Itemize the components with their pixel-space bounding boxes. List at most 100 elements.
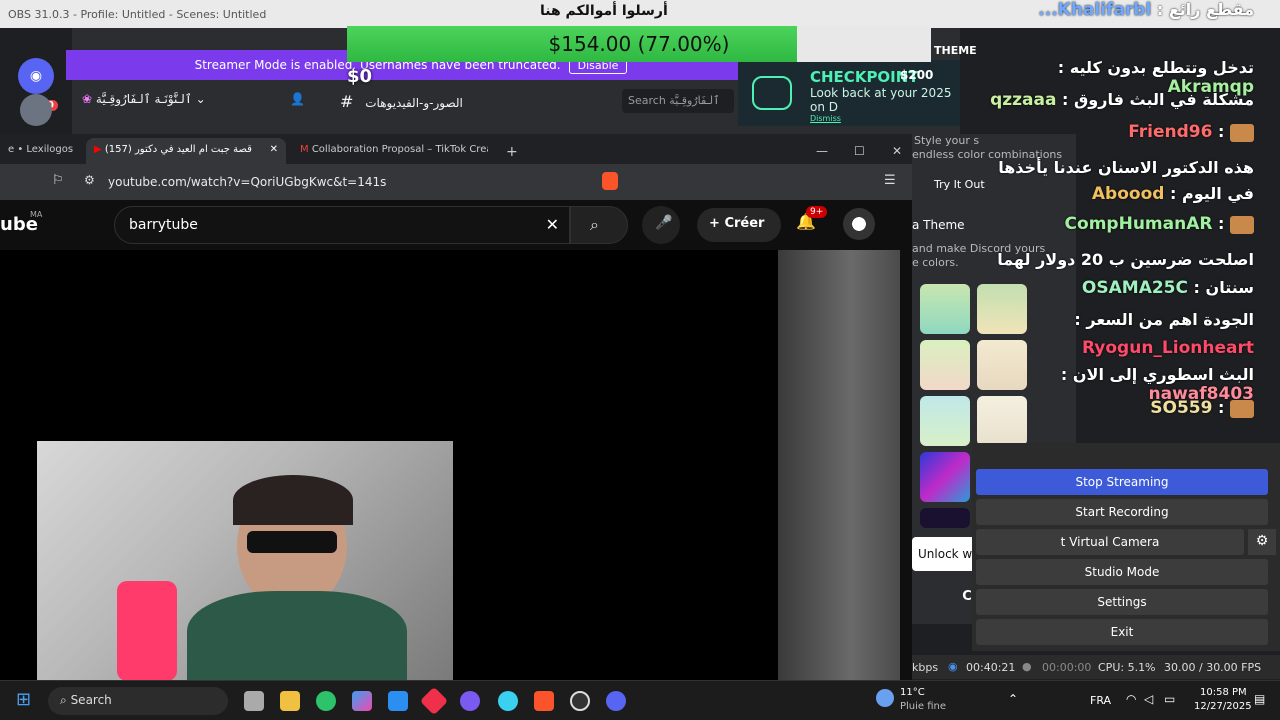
- cpu-usage: CPU: 5.1%: [1098, 661, 1156, 674]
- sunglasses: [247, 531, 337, 553]
- chat-text: تدخل وتتطلع بدون كليه: [1069, 58, 1254, 77]
- tab-label: e • Lexilogos: [8, 144, 74, 155]
- chat-message: اصلحت ضرسين ب 20 دولار لهما سنتان : OSAM…: [997, 250, 1254, 298]
- wifi-icon[interactable]: ◠: [1126, 692, 1136, 706]
- notification-center-icon[interactable]: ▤: [1254, 692, 1265, 706]
- store-icon[interactable]: [388, 691, 408, 711]
- browser-window: e • Lexilogos ▶ (157) قصة جبت ام العيد ف…: [0, 134, 912, 680]
- language-indicator[interactable]: FRA: [1090, 694, 1111, 707]
- menu-icon[interactable]: ☰: [884, 173, 896, 188]
- obs-icon[interactable]: [570, 691, 590, 711]
- chat-username: Friend96: [1128, 122, 1213, 142]
- url-field[interactable]: youtube.com/watch?v=QoriUGbgKwc&t=141s: [108, 175, 386, 189]
- copilot-icon[interactable]: [352, 691, 372, 711]
- weather-icon[interactable]: [876, 689, 894, 707]
- browser-edge-icon[interactable]: [498, 691, 518, 711]
- donation-header: أرسلوا أموالكم هنا: [540, 3, 668, 19]
- windows-start-icon[interactable]: ⊞: [16, 689, 31, 710]
- stop-streaming-button[interactable]: Stop Streaming: [976, 469, 1268, 495]
- theme-swatch-dark[interactable]: [920, 508, 970, 528]
- volume-icon[interactable]: ◁: [1144, 692, 1153, 706]
- virtual-camera-button[interactable]: t Virtual Camera: [976, 529, 1244, 555]
- close-tab-icon[interactable]: ✕: [270, 144, 278, 155]
- server-header[interactable]: ❀ ٱلـنَّوْنَـة ٱلـفَارُوقِـيَّة ⌄ 👤: [72, 86, 322, 116]
- studio-mode-button[interactable]: Studio Mode: [976, 559, 1268, 585]
- mic-button[interactable]: 🎤: [642, 206, 680, 244]
- tab-lexilogos[interactable]: e • Lexilogos: [0, 138, 84, 164]
- tab-label: Collaboration Proposal – TikTok Creat: [311, 144, 488, 155]
- settings-button[interactable]: Settings: [976, 589, 1268, 615]
- search-icon: ⌕: [60, 693, 67, 707]
- discord-logo-icon: [752, 76, 792, 110]
- user-avatar[interactable]: [20, 94, 52, 126]
- hair: [233, 475, 353, 525]
- xbox-icon[interactable]: [316, 691, 336, 711]
- minimize-button[interactable]: —: [808, 138, 836, 164]
- webcam-feed: [37, 441, 453, 680]
- search-icon: ⌕: [590, 215, 599, 234]
- youtube-header: ube MA barrytube ✕ ⌕ 🎤 + Créer 🔔 9+: [0, 200, 912, 250]
- app-icon[interactable]: [419, 686, 449, 716]
- theme-swatch-aqua[interactable]: [920, 396, 970, 446]
- new-tab-button[interactable]: +: [498, 138, 522, 164]
- gear-icon[interactable]: ⚙: [1248, 529, 1276, 555]
- bookmark-icon[interactable]: ⚐: [52, 173, 64, 188]
- chat-username: SO559: [1150, 398, 1213, 418]
- chat-username: CompHumanAR: [1064, 214, 1213, 234]
- clock-date[interactable]: 12/27/2025: [1194, 701, 1252, 712]
- clock-time[interactable]: 10:58 PM: [1200, 687, 1247, 698]
- chat-username: OSAMA25C: [1081, 278, 1188, 298]
- account-avatar[interactable]: [843, 208, 875, 240]
- chevron-down-icon: ⌄: [195, 92, 206, 106]
- notification-badge: 9+: [806, 206, 828, 218]
- chat-message: مقطع رائع : Khalifarbl...: [1038, 0, 1254, 20]
- chat-app-icon[interactable]: [460, 691, 480, 711]
- theme-text-2: e colors.: [912, 256, 959, 269]
- address-bar: ⚐ ⚙ youtube.com/watch?v=QoriUGbgKwc&t=14…: [0, 164, 912, 200]
- youtube-search-input[interactable]: barrytube ✕: [114, 206, 570, 244]
- close-window-button[interactable]: ✕: [884, 138, 910, 164]
- checkpoint-dismiss[interactable]: Dismiss: [810, 114, 960, 123]
- chat-message: هذه الدكتور الاسنان عندنا يأخذها في اليو…: [998, 158, 1254, 204]
- brave-icon[interactable]: [534, 691, 554, 711]
- hoodie: [187, 591, 407, 680]
- goal-max-label: $200: [900, 68, 934, 82]
- chat-message: : SO559: [972, 398, 1280, 418]
- emote-icon: [1230, 399, 1254, 418]
- task-view-icon[interactable]: [244, 691, 264, 711]
- chat-message: الجودة اهم من السعر : Ryogun_Lionheart: [1074, 310, 1254, 358]
- tab-gmail[interactable]: M Collaboration Proposal – TikTok Creat: [292, 138, 488, 164]
- checkpoint-title: CHECKPOINT: [810, 68, 919, 86]
- battery-icon[interactable]: ▭: [1164, 692, 1175, 706]
- tab-youtube[interactable]: ▶ (157) قصة جبت ام العيد في دكتور ✕: [86, 138, 286, 164]
- site-info-icon[interactable]: ⚙: [84, 173, 95, 187]
- brave-shield-icon[interactable]: [602, 172, 618, 190]
- theme-label: THEME: [934, 44, 977, 57]
- theme-swatch-neon[interactable]: [920, 452, 970, 502]
- fps: 30.00 / 30.00 FPS: [1164, 661, 1262, 674]
- add-member-icon[interactable]: 👤: [290, 92, 305, 106]
- chevron-up-icon[interactable]: ⌃: [1008, 692, 1018, 706]
- start-recording-button[interactable]: Start Recording: [976, 499, 1268, 525]
- discord-home-icon[interactable]: ◉: [18, 58, 54, 94]
- search-button[interactable]: ⌕: [570, 206, 628, 244]
- chat-text: الجودة اهم من السعر: [1086, 310, 1254, 329]
- gmail-icon: M: [300, 144, 309, 155]
- bitrate: kbps: [912, 661, 939, 674]
- create-button[interactable]: + Créer: [697, 208, 781, 242]
- chat-username: Ryogun_Lionheart: [1081, 338, 1254, 358]
- hashtag-icon: #: [340, 92, 354, 111]
- taskbar-search[interactable]: ⌕ Search: [48, 687, 228, 715]
- discord-icon[interactable]: [606, 691, 626, 711]
- discord-search-input[interactable]: Search ٱلـفَارُوقِـيَّة: [622, 89, 734, 113]
- file-explorer-icon[interactable]: [280, 691, 300, 711]
- exit-button[interactable]: Exit: [976, 619, 1268, 645]
- chat-message: : Friend96: [972, 122, 1280, 142]
- server-icon: ❀: [82, 92, 93, 106]
- theme-swatch-mint[interactable]: [920, 284, 970, 334]
- theme-heading: a Theme: [912, 218, 965, 232]
- clear-search-icon[interactable]: ✕: [546, 215, 559, 234]
- maximize-button[interactable]: ☐: [846, 138, 873, 164]
- theme-swatch-peach[interactable]: [920, 340, 970, 390]
- record-time: 00:00:00: [1042, 661, 1092, 674]
